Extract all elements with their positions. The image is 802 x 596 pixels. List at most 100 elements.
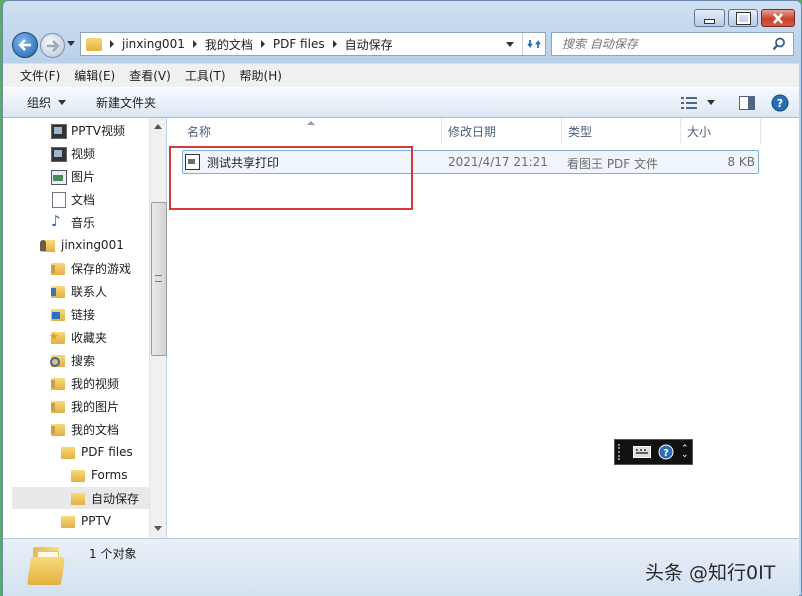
nav-item[interactable]: 视频 <box>50 142 95 164</box>
breadcrumb-separator-icon[interactable] <box>332 40 337 48</box>
video-library-icon <box>50 146 67 162</box>
breadcrumb-my-documents[interactable]: 我的文档 <box>201 33 257 55</box>
file-size: 8 KB <box>727 155 755 169</box>
folder-icon <box>27 547 65 585</box>
folder-icon <box>70 468 86 482</box>
change-view-button[interactable] <box>677 96 701 109</box>
options-menu-icon[interactable]: ⌃ ⌄ <box>681 445 689 460</box>
nav-item-label: Forms <box>91 468 128 482</box>
column-header-name[interactable]: 名称 <box>181 118 442 144</box>
command-bar: 组织 新建文件夹 ? <box>3 87 799 118</box>
new-folder-button[interactable]: 新建文件夹 <box>86 94 166 111</box>
keyboard-icon[interactable] <box>633 446 652 458</box>
search-box[interactable] <box>551 32 794 56</box>
scroll-down-arrow-icon[interactable] <box>154 526 162 531</box>
contacts-folder-icon <box>50 284 66 298</box>
breadcrumb-separator-icon[interactable] <box>110 40 114 48</box>
address-bar[interactable]: jinxing001 我的文档 PDF files 自动保存 <box>80 32 546 56</box>
view-options-dropdown-icon[interactable] <box>707 100 715 105</box>
breadcrumb-jinxing001[interactable]: jinxing001 <box>118 33 189 55</box>
nav-item-label: 搜索 <box>71 353 96 368</box>
nav-item-label: 自动保存 <box>91 491 140 506</box>
refresh-icon <box>527 39 541 49</box>
document-library-icon <box>50 192 66 208</box>
menu-help[interactable]: 帮助(H) <box>233 67 289 84</box>
scroll-thumb[interactable] <box>151 202 167 356</box>
chevron-down-icon <box>58 100 67 105</box>
close-icon <box>773 12 783 24</box>
nav-item[interactable]: jinxing001 <box>40 234 124 256</box>
minimize-button[interactable] <box>694 9 725 27</box>
nav-item[interactable]: 我的文档 <box>50 418 119 440</box>
minimize-icon <box>704 18 715 24</box>
column-header-modified[interactable]: 修改日期 <box>442 118 562 144</box>
menu-bar: 文件(F) 编辑(E) 查看(V) 工具(T) 帮助(H) <box>3 63 799 87</box>
nav-scrollbar[interactable] <box>149 118 167 538</box>
search-input[interactable] <box>560 36 772 52</box>
folder-icon <box>50 376 66 390</box>
menu-edit[interactable]: 编辑(E) <box>67 67 122 84</box>
nav-item[interactable]: 搜索 <box>50 349 95 371</box>
svg-text:?: ? <box>777 97 783 110</box>
nav-item[interactable]: PDF files <box>60 441 133 463</box>
file-modified: 2021/4/17 21:21 <box>448 155 548 169</box>
nav-item[interactable]: 链接 <box>50 303 95 325</box>
nav-item[interactable]: 我的视频 <box>50 372 119 394</box>
organize-button[interactable]: 组织 <box>17 94 76 111</box>
preview-pane-button[interactable] <box>729 95 765 110</box>
nav-item[interactable]: ★ 收藏夹 <box>49 326 108 348</box>
search-icon[interactable] <box>772 37 786 51</box>
help-icon[interactable]: ? <box>658 444 674 460</box>
links-folder-icon <box>50 307 66 321</box>
breadcrumb-pdf-files[interactable]: PDF files <box>269 33 329 55</box>
nav-item-label: 音乐 <box>71 215 96 230</box>
folder-icon <box>60 445 76 459</box>
nav-item-label: 图片 <box>71 169 96 184</box>
menu-tools[interactable]: 工具(T) <box>178 67 233 84</box>
nav-item[interactable]: 我的图片 <box>50 395 119 417</box>
organize-label: 组织 <box>27 96 52 110</box>
file-type: 看图王 PDF 文件 <box>567 157 659 171</box>
nav-item-label: 保存的游戏 <box>71 261 132 276</box>
close-button[interactable] <box>761 9 795 27</box>
nav-item-label: 我的图片 <box>71 399 120 414</box>
scroll-up-arrow-icon[interactable] <box>154 124 162 129</box>
refresh-button[interactable] <box>522 33 545 55</box>
forward-arrow-icon <box>46 39 60 52</box>
nav-item-label: PPTV <box>81 514 112 528</box>
breadcrumb-separator-icon[interactable] <box>192 40 197 48</box>
nav-item[interactable]: 图片 <box>50 165 95 187</box>
nav-item[interactable]: 文档 <box>50 188 95 210</box>
column-header-type[interactable]: 类型 <box>562 118 681 144</box>
recent-pages-chevron-icon[interactable] <box>67 41 75 46</box>
maximize-button[interactable] <box>728 9 758 27</box>
help-icon: ? <box>771 94 789 111</box>
grip-icon <box>618 444 626 460</box>
nav-item[interactable]: PPTV视频 <box>50 119 125 141</box>
language-bar[interactable]: ? ⌃ ⌄ <box>614 439 693 465</box>
nav-item-label: 联系人 <box>71 284 108 299</box>
nav-item-label: 文档 <box>71 192 96 207</box>
nav-item-label: 链接 <box>71 307 96 322</box>
nav-item[interactable]: 联系人 <box>50 280 107 302</box>
video-library-icon <box>50 123 67 139</box>
nav-item-label: 收藏夹 <box>71 330 108 345</box>
address-dropdown-icon[interactable] <box>506 41 514 47</box>
nav-item[interactable]: 保存的游戏 <box>50 257 131 279</box>
nav-item[interactable]: 自动保存 <box>12 487 149 509</box>
breadcrumb-autosave[interactable]: 自动保存 <box>341 33 397 55</box>
menu-view[interactable]: 查看(V) <box>122 67 178 84</box>
menu-file[interactable]: 文件(F) <box>13 67 67 84</box>
item-count: 1 个对象 <box>89 547 137 561</box>
nav-item[interactable]: PPTV <box>60 510 111 532</box>
nav-item-label: PDF files <box>81 445 133 459</box>
forward-button[interactable] <box>40 33 65 58</box>
column-header-size[interactable]: 大小 <box>681 118 761 144</box>
search-folder-icon <box>50 353 66 367</box>
maximize-icon <box>735 11 751 25</box>
help-button[interactable]: ? <box>765 94 799 112</box>
back-button[interactable] <box>12 32 38 58</box>
breadcrumb-separator-icon[interactable] <box>260 40 265 48</box>
nav-item[interactable]: Forms <box>70 464 127 486</box>
nav-item[interactable]: ♪ 音乐 <box>50 211 95 233</box>
